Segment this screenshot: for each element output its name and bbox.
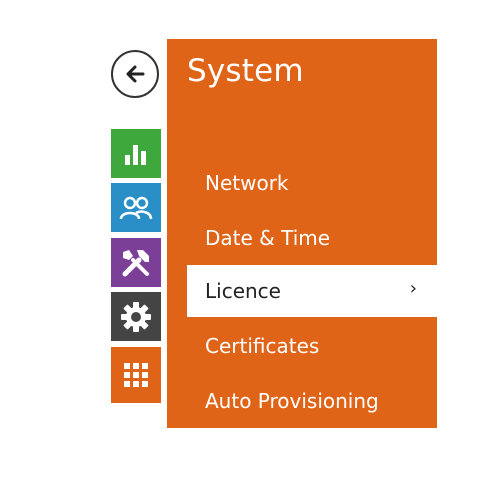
gear-icon bbox=[119, 300, 153, 334]
grid-icon bbox=[123, 362, 149, 388]
menu-item-label: Network bbox=[205, 171, 289, 195]
arrow-left-icon bbox=[123, 62, 147, 86]
menu-item-label: Certificates bbox=[205, 334, 320, 358]
nav-tile-status[interactable] bbox=[111, 129, 161, 178]
menu-item-label: Licence bbox=[205, 279, 281, 303]
panel-title: System bbox=[187, 53, 304, 89]
back-button[interactable] bbox=[111, 50, 159, 98]
menu-item-network[interactable]: Network bbox=[167, 157, 437, 209]
menu-item-certificates[interactable]: Certificates bbox=[167, 320, 437, 372]
menu-item-licence[interactable]: Licence › bbox=[187, 265, 439, 317]
nav-tile-hardware[interactable] bbox=[111, 238, 161, 287]
nav-tile-services[interactable] bbox=[111, 292, 161, 341]
bar-chart-icon bbox=[122, 141, 150, 167]
nav-tile-system[interactable] bbox=[111, 347, 161, 403]
nav-tile-directory[interactable] bbox=[111, 183, 161, 232]
system-menu-panel: System Network Date & Time Licence › Cer… bbox=[167, 39, 439, 428]
tools-icon bbox=[119, 246, 153, 280]
menu-item-auto-provisioning[interactable]: Auto Provisioning bbox=[167, 375, 437, 427]
app-root: System Network Date & Time Licence › Cer… bbox=[0, 0, 500, 500]
users-icon bbox=[119, 194, 153, 222]
menu-item-label: Auto Provisioning bbox=[205, 389, 379, 413]
menu-item-label: Date & Time bbox=[205, 226, 331, 250]
menu-item-date-time[interactable]: Date & Time bbox=[167, 212, 437, 264]
chevron-right-icon: › bbox=[409, 278, 417, 299]
